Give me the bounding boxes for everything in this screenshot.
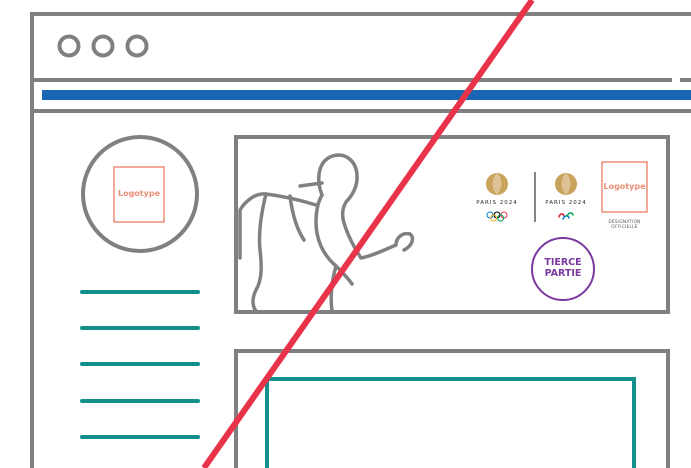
olympic-rings-icon: [486, 211, 508, 222]
content-section: [234, 349, 670, 468]
runner-silhouette-icon: [238, 153, 415, 313]
paralympic-emblem: [555, 173, 577, 195]
paralympic-label: PARIS 2024: [545, 200, 587, 206]
olympic-label: PARIS 2024: [476, 200, 518, 206]
olympic-emblem: [486, 173, 508, 195]
content-inner-frame: [265, 377, 636, 468]
content-panel: [234, 349, 670, 468]
wireframe-illustration: [30, 0, 691, 468]
partner-designation: DÉSIGNATION OFFICIELLE: [608, 219, 641, 230]
sidebar-logo-label: Logotype: [117, 189, 160, 198]
window-dots-icon: [57, 34, 149, 58]
paralympic-agitos-icon: [558, 212, 574, 220]
partner-logo-label: Logotype: [603, 182, 646, 191]
prohibited-slash: [201, 0, 535, 468]
sidebar-nav: [80, 290, 200, 439]
navigation-bar: [42, 90, 691, 100]
third-party-badge-label: TIERCE PARTIE: [544, 257, 582, 279]
